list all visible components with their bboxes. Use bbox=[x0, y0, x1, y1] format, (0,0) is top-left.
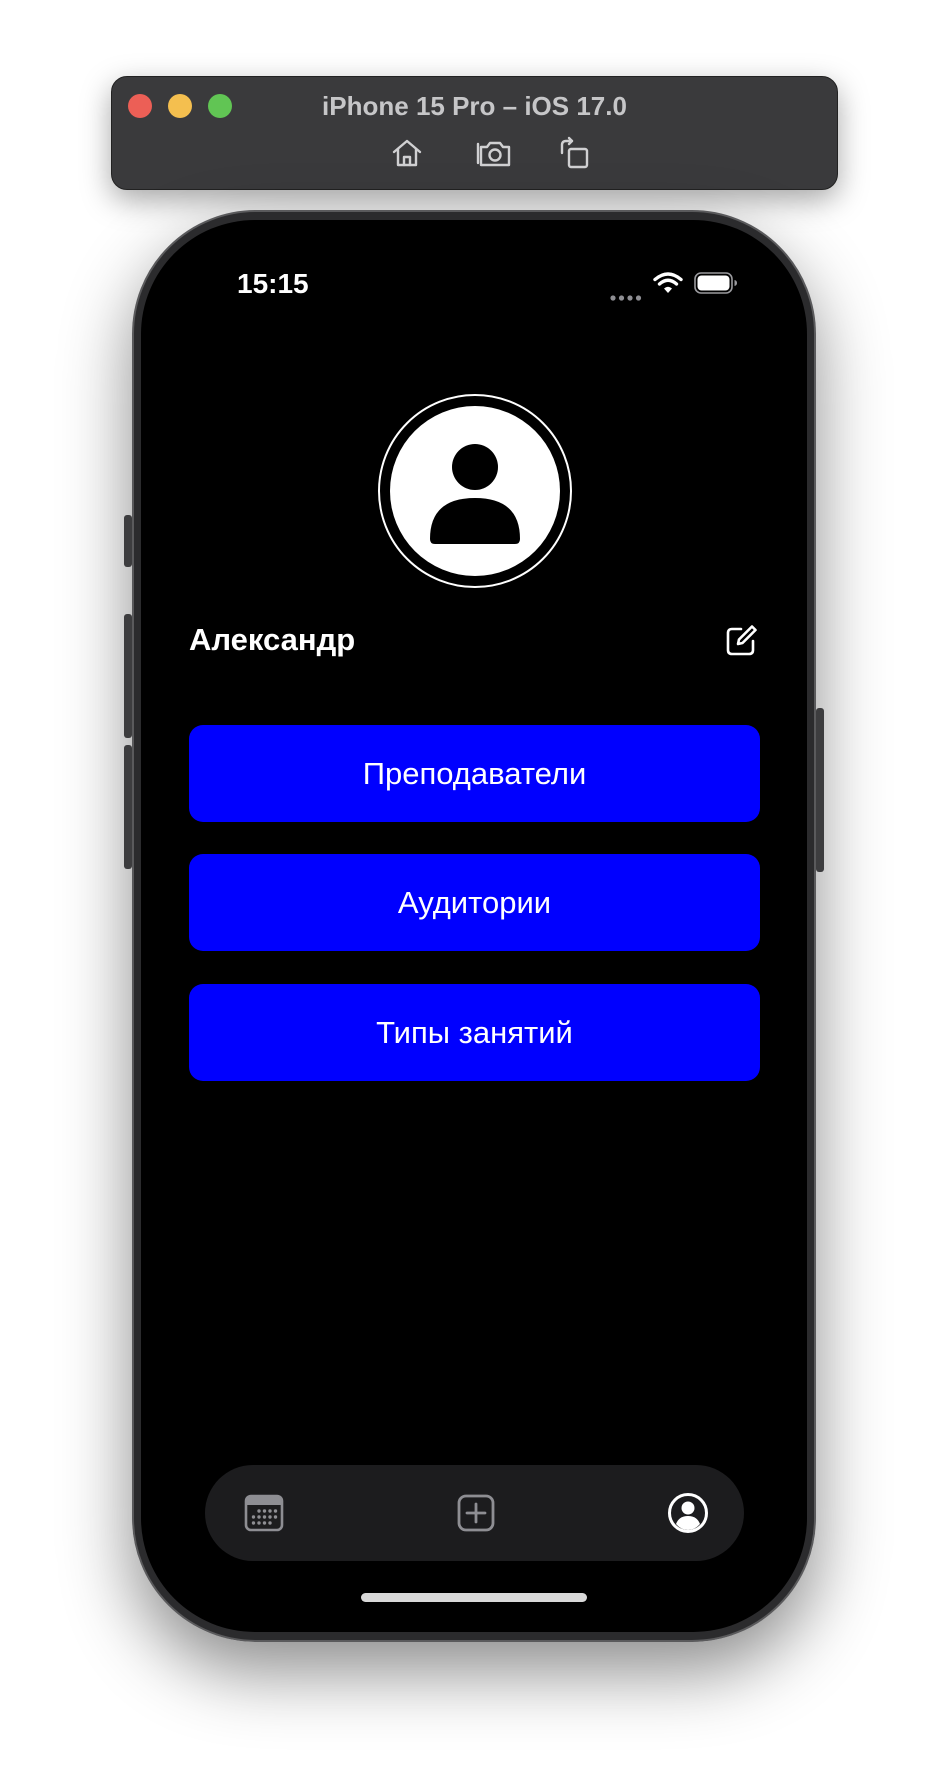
username: Александр bbox=[189, 622, 356, 657]
simulator-title: iPhone 15 Pro – iOS 17.0 bbox=[322, 91, 627, 121]
volume-up-button bbox=[124, 614, 132, 738]
rotate-icon[interactable] bbox=[553, 133, 593, 173]
teachers-button[interactable]: Преподаватели bbox=[189, 725, 760, 822]
tab-bar bbox=[205, 1465, 744, 1561]
battery-icon bbox=[694, 272, 738, 294]
profile-icon[interactable] bbox=[666, 1491, 710, 1535]
screenshot-icon[interactable] bbox=[475, 133, 515, 173]
lesson-types-button[interactable]: Типы занятий bbox=[189, 984, 760, 1081]
cellular-dots-icon bbox=[610, 288, 642, 301]
volume-down-button bbox=[124, 745, 132, 869]
edit-icon[interactable] bbox=[724, 624, 758, 658]
simulator-title-bar: iPhone 15 Pro – iOS 17.0 bbox=[111, 76, 838, 190]
home-icon[interactable] bbox=[387, 133, 427, 173]
phone-screen: 15:15 Александр Преподаватели Аудитории … bbox=[141, 220, 807, 1632]
action-button bbox=[124, 515, 132, 567]
calendar-icon[interactable] bbox=[242, 1491, 286, 1535]
status-time: 15:15 bbox=[237, 268, 309, 299]
person-circle-icon[interactable] bbox=[378, 394, 572, 588]
classrooms-button[interactable]: Аудитории bbox=[189, 854, 760, 951]
plus-square-icon[interactable] bbox=[454, 1491, 498, 1535]
power-button bbox=[816, 708, 824, 872]
home-indicator[interactable] bbox=[361, 1593, 587, 1602]
wifi-icon bbox=[653, 272, 683, 296]
